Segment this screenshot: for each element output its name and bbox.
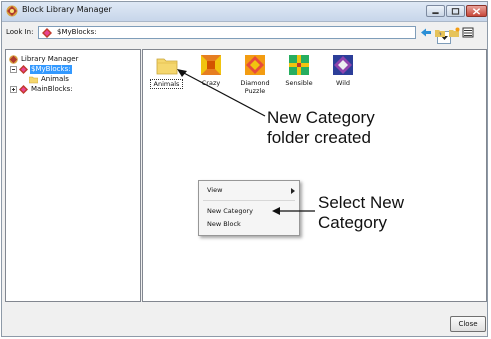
up-folder-icon[interactable]: [434, 27, 446, 38]
maximize-button[interactable]: [446, 5, 465, 17]
submenu-arrow-icon: [291, 188, 295, 194]
look-in-dropdown[interactable]: $MyBlocks:: [38, 26, 451, 44]
list-item-wild[interactable]: Wild: [321, 52, 365, 96]
blocks-folder-icon: [42, 28, 52, 38]
block-library-manager-window: Block Library Manager Look In: $MyBlocks…: [1, 1, 488, 337]
menu-item-new-category[interactable]: New Category: [207, 207, 253, 215]
tree-item-label: Animals: [41, 75, 69, 83]
new-folder-icon[interactable]: [448, 27, 460, 38]
list-item-animals[interactable]: Animals: [145, 52, 189, 96]
maximize-icon: [451, 8, 460, 15]
new-category-callout: New Category folder created: [267, 108, 375, 148]
minimize-icon: [432, 12, 439, 15]
callout-line: Select New: [318, 193, 404, 212]
select-new-category-callout: Select New Category: [318, 193, 404, 233]
callout-line: Category: [318, 213, 387, 232]
list-item-crazy[interactable]: Crazy: [189, 52, 233, 96]
toolbar: Look In: $MyBlocks:: [2, 22, 487, 44]
list-item-sensible[interactable]: Sensible: [277, 52, 321, 96]
block-library-folder-icon: [19, 65, 28, 74]
tree-item-label: MainBlocks:: [31, 85, 73, 93]
expand-toggle[interactable]: [10, 86, 17, 93]
minimize-button[interactable]: [426, 5, 445, 17]
item-label: Animals: [150, 79, 183, 89]
sensible-block-icon: [289, 55, 309, 75]
close-window-button[interactable]: [466, 5, 487, 17]
close-button[interactable]: Close: [450, 316, 486, 332]
item-label: Sensible: [285, 79, 313, 87]
item-label: Crazy: [201, 79, 221, 87]
tree-item-label: Library Manager: [21, 55, 79, 63]
item-label: Wild: [335, 79, 351, 87]
close-icon: [472, 8, 481, 15]
list-item-diamond-puzzle[interactable]: Diamond Puzzle: [233, 52, 277, 96]
menu-item-view[interactable]: View: [207, 186, 222, 194]
back-arrow-icon[interactable]: [420, 27, 432, 38]
block-library-icon: [6, 5, 18, 17]
callout-line: folder created: [267, 128, 371, 147]
library-tree[interactable]: Library Manager $MyBlocks: Animals MainB…: [5, 49, 141, 302]
tree-item-label: $MyBlocks:: [30, 65, 72, 74]
block-list-pane[interactable]: Animals Crazy Diamond Puzzle Sensible Wi…: [142, 49, 487, 302]
window-title: Block Library Manager: [22, 5, 112, 14]
menu-item-new-block[interactable]: New Block: [207, 220, 241, 228]
menu-separator: [203, 200, 295, 201]
block-library-folder-icon: [19, 85, 28, 94]
folder-icon: [29, 76, 38, 84]
folder-icon: [156, 58, 178, 75]
wild-block-icon: [333, 55, 353, 75]
context-menu: View New Category New Block: [198, 180, 300, 236]
callout-line: New Category: [267, 108, 375, 127]
look-in-value: $MyBlocks:: [57, 28, 97, 36]
crazy-block-icon: [201, 55, 221, 75]
library-manager-icon: [9, 55, 18, 64]
diamond-puzzle-block-icon: [245, 55, 265, 75]
collapse-toggle[interactable]: [10, 66, 17, 73]
view-menu-icon[interactable]: [462, 27, 474, 38]
item-label: Diamond Puzzle: [240, 79, 270, 95]
title-bar[interactable]: Block Library Manager: [2, 2, 487, 22]
look-in-label: Look In:: [6, 28, 34, 36]
